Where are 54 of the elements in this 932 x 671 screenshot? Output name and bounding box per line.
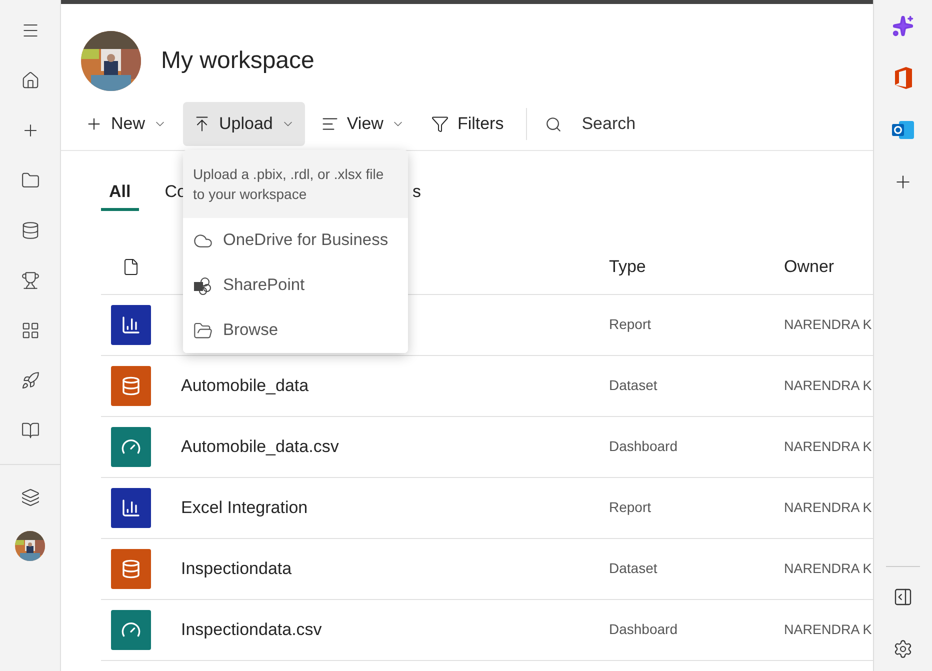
sharepoint-icon bbox=[193, 276, 213, 296]
owner-text: NARENDRA K bbox=[784, 439, 872, 454]
item-name[interactable]: Automobile_data bbox=[181, 376, 309, 395]
owner-text: NARENDRA K bbox=[784, 378, 872, 393]
owner-text: NARENDRA K bbox=[784, 561, 872, 576]
upload-hint: Upload a .pbix, .rdl, or .xlsx file to your workspace bbox=[183, 150, 408, 218]
office-logo bbox=[892, 66, 914, 90]
apps-icon bbox=[20, 320, 40, 340]
folder-icon bbox=[20, 170, 40, 190]
gauge-icon bbox=[111, 427, 151, 467]
search-icon bbox=[544, 116, 562, 132]
owner-text: NARENDRA K bbox=[784, 622, 872, 637]
item-name[interactable]: Inspectiondata bbox=[181, 559, 292, 578]
type-text: Report bbox=[609, 316, 652, 332]
menu-button[interactable]: New bbox=[75, 102, 178, 146]
book-icon bbox=[20, 420, 40, 440]
database-icon bbox=[111, 549, 151, 589]
trophy-icon bbox=[20, 270, 40, 290]
sparkle-icon bbox=[892, 15, 914, 37]
item-name[interactable]: Automobile_data.csv bbox=[181, 437, 339, 456]
menu-item[interactable]: OneDrive for Business bbox=[183, 218, 408, 263]
workspace-title: My workspace bbox=[161, 47, 314, 75]
filter-icon bbox=[431, 115, 450, 133]
item-name[interactable]: Excel Integration bbox=[181, 498, 308, 517]
type-text: Report bbox=[609, 499, 652, 515]
rocket-icon bbox=[20, 370, 40, 390]
menu-button[interactable]: Upload bbox=[183, 102, 305, 146]
report-icon bbox=[111, 488, 151, 528]
menu-button[interactable]: View bbox=[310, 102, 416, 146]
database-icon bbox=[111, 366, 151, 406]
owner-text: NARENDRA K bbox=[784, 500, 872, 515]
column-header[interactable]: Owner bbox=[784, 256, 873, 276]
column-header[interactable]: Type bbox=[609, 256, 784, 276]
item-name[interactable]: Inspectiondata.csv bbox=[181, 620, 322, 639]
tab[interactable]: All bbox=[101, 176, 139, 211]
owner-text: NARENDRA K bbox=[784, 317, 872, 332]
type-text: Dashboard bbox=[609, 438, 678, 454]
gauge-icon bbox=[111, 610, 151, 650]
home-icon bbox=[20, 70, 40, 90]
file-icon bbox=[122, 258, 140, 276]
panel-icon bbox=[893, 587, 913, 607]
search-field[interactable]: Search bbox=[580, 109, 680, 139]
layers-icon bbox=[20, 488, 40, 506]
report-icon bbox=[111, 305, 151, 345]
mail-logo bbox=[891, 119, 915, 141]
menu-item[interactable]: Browse bbox=[183, 308, 408, 353]
type-text: Dataset bbox=[609, 560, 658, 576]
settings-icon bbox=[893, 639, 913, 659]
filter-button[interactable]: Filters bbox=[421, 102, 514, 146]
type-text: Dataset bbox=[609, 377, 658, 393]
type-text: Dashboard bbox=[609, 621, 678, 637]
menu-item[interactable]: SharePoint bbox=[183, 263, 408, 308]
folder-icon bbox=[193, 320, 213, 340]
database-icon bbox=[20, 220, 40, 240]
